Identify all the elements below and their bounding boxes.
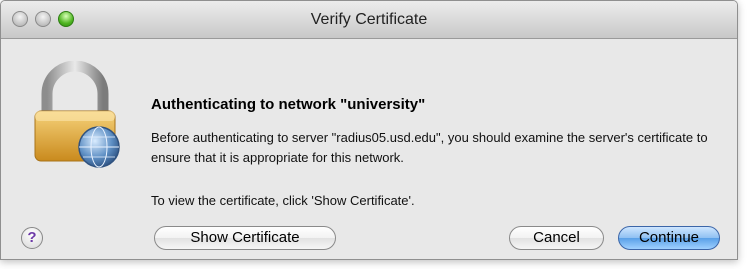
- show-certificate-button[interactable]: Show Certificate: [154, 226, 336, 250]
- cancel-button[interactable]: Cancel: [509, 226, 604, 250]
- dialog-message: Before authenticating to server "radius0…: [151, 130, 708, 165]
- lock-icon: [34, 61, 120, 168]
- continue-button[interactable]: Continue: [618, 226, 720, 250]
- dialog-heading: Authenticating to network "university": [151, 96, 426, 113]
- window-title: Verify Certificate: [310, 11, 428, 28]
- dialog-hint: To view the certificate, click 'Show Cer…: [151, 193, 415, 208]
- globe-icon: [78, 126, 120, 168]
- verify-certificate-window: Verify Certificate Authenticating to net…: [0, 0, 738, 260]
- help-button[interactable]: ?: [21, 227, 43, 249]
- title-bar[interactable]: Verify Certificate: [1, 1, 737, 39]
